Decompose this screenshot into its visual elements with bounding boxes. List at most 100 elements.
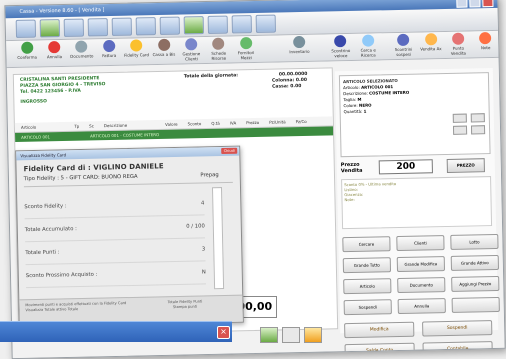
quick-receipt-button[interactable]: Scontrino veloce: [328, 34, 354, 59]
empty-button[interactable]: [451, 296, 500, 313]
document-icon: [75, 40, 88, 53]
inventory-button[interactable]: Inventario: [286, 35, 312, 55]
calendar-icon[interactable]: [135, 17, 157, 36]
article-panel: ARTICOLO SELEZIONATO Articolo: ARTICOLO …: [334, 67, 500, 359]
invoice-icon: [102, 39, 116, 53]
column-header[interactable]: Pz/Unità: [269, 117, 286, 126]
dialog-close-button[interactable]: Chiudi: [221, 147, 238, 155]
column-header[interactable]: Articolo: [21, 123, 36, 132]
customers-icon[interactable]: [15, 19, 37, 38]
customer-type: INGROSSO: [20, 99, 47, 105]
truck-icon: [239, 37, 253, 50]
documents-icon[interactable]: [39, 19, 61, 38]
cart-icon: [424, 33, 437, 46]
column-header[interactable]: Tp: [74, 122, 79, 131]
customers-button[interactable]: Clienti: [396, 235, 445, 252]
card-icon: [130, 39, 143, 52]
document-action-button[interactable]: Documento: [397, 277, 446, 294]
edit-icon[interactable]: [207, 15, 228, 34]
invoice-button[interactable]: Fattura: [96, 39, 122, 59]
maximize-icon[interactable]: [469, 0, 481, 8]
window-icon[interactable]: [255, 14, 276, 33]
column-header[interactable]: Prezzo: [246, 118, 259, 127]
prepaid-note: Prepag: [200, 172, 219, 179]
confirm-button[interactable]: Conferma: [14, 40, 40, 60]
search-button[interactable]: Cerca e Ricerca: [355, 33, 381, 58]
footer-right: Totale Fidelity Punti Stampa punti: [168, 299, 203, 310]
colors-icon[interactable]: [87, 18, 109, 37]
price-input[interactable]: 200: [378, 159, 433, 175]
column-header[interactable]: IVA: [230, 118, 237, 127]
list-item: Sconto Prossimo Acquisto :N: [25, 261, 207, 289]
accounting-button[interactable]: Contabile: [422, 341, 493, 358]
inventory-icon: [293, 35, 306, 49]
article-button[interactable]: Articolo: [343, 278, 392, 295]
grande-tutto-button[interactable]: Grande Tutto: [342, 257, 392, 274]
articles-icon[interactable]: [63, 18, 85, 37]
scrollbar[interactable]: [211, 187, 225, 290]
action-buttons: Cercare Clienti Lotto Grande Tutto Grand…: [342, 233, 500, 316]
sospendi-button[interactable]: Sospendi: [422, 320, 493, 337]
fidelity-card-dialog: Visualizza Fidelity Card Chiudi Fidelity…: [15, 145, 244, 328]
folder-icon: [212, 37, 225, 50]
close-icon[interactable]: [482, 0, 494, 8]
article-info: Sconto 0% - Ultima vendita Listino: Giac…: [341, 176, 493, 230]
print-points-button[interactable]: Stampa punti: [168, 304, 203, 310]
settle-account-button[interactable]: Salda Conto: [344, 342, 415, 359]
column-header[interactable]: Sc: [89, 121, 94, 130]
suspended-button[interactable]: Scontrini sospesi: [391, 33, 417, 58]
manage-customers-button[interactable]: Gestione Clienti: [178, 37, 204, 62]
sale-ax-button[interactable]: Vendita Ax: [418, 32, 444, 52]
row-description: ARTICOLO 001 - COSTUME INTERO: [89, 131, 160, 139]
column-header[interactable]: Q.tà: [211, 119, 220, 128]
people-icon: [185, 38, 198, 51]
row-article: ARTICOLO 001: [21, 134, 51, 140]
void-button[interactable]: Annulla: [397, 298, 446, 315]
lot-button[interactable]: Lotto: [450, 233, 499, 250]
column-header[interactable]: Sconto: [187, 119, 202, 128]
suspend-button[interactable]: Sospendi: [343, 299, 392, 316]
pause-icon: [397, 33, 410, 46]
store-icon: [451, 32, 465, 45]
grande-modifica-button[interactable]: Grande Modifica: [396, 256, 446, 273]
add-price-button[interactable]: Aggiungi Prezzo: [451, 275, 500, 292]
modify-button[interactable]: Modifica: [344, 321, 415, 339]
fidelity-type: Tipo Fidelity : 5 - GIFT CARD: BUONO REG…: [23, 173, 138, 183]
minus-ten-button[interactable]: [470, 125, 486, 135]
arrow-icon[interactable]: [183, 16, 204, 35]
window-controls: [456, 0, 494, 8]
plus-button[interactable]: [452, 113, 467, 123]
grid-icon[interactable]: [231, 15, 252, 34]
column-header[interactable]: Descrizione: [104, 121, 127, 130]
close-icon[interactable]: ×: [217, 326, 230, 339]
day-totals: Totale della giornata: 00.00.0000 Colonn…: [184, 71, 308, 93]
fidelity-card-button[interactable]: Fidelity Card: [124, 38, 150, 58]
fidelity-values: Sconto Fidelity :4 Totale Accumulato :0 …: [24, 192, 207, 289]
column-header[interactable]: Valore: [165, 120, 178, 129]
search-article-button[interactable]: Cercare: [342, 236, 391, 253]
price-row: Prezzo Vendita 200 PREZZO: [341, 158, 491, 175]
total-value: 00.00.0000: [278, 71, 308, 78]
price-button[interactable]: PREZZO: [446, 158, 485, 173]
column-header[interactable]: Pz/Co: [296, 117, 307, 126]
check-icon: [20, 41, 34, 54]
printer-icon: [334, 35, 347, 48]
taskbar: ×: [0, 321, 232, 342]
document-button[interactable]: Documento: [69, 39, 95, 59]
plus-ten-button[interactable]: [452, 125, 468, 135]
resources-button[interactable]: Schede Risorse: [206, 36, 232, 61]
minimize-icon[interactable]: [456, 0, 468, 8]
stock-icon[interactable]: [111, 17, 133, 36]
minus-button[interactable]: [470, 113, 485, 123]
suppliers-button[interactable]: Fornitori Mezzi: [233, 36, 259, 61]
cassa-bis-button[interactable]: Cassa a Bis: [151, 38, 177, 58]
grande-attivo-button[interactable]: Grande Attivo: [450, 254, 499, 271]
cancel-icon: [48, 41, 61, 54]
note-icon: [479, 32, 492, 45]
dialog-title: Visualizza Fidelity Card: [20, 152, 67, 159]
store-button[interactable]: Punto Vendita: [445, 31, 471, 56]
cancel-button[interactable]: Annulla: [41, 40, 67, 60]
notes-button[interactable]: Note: [473, 31, 499, 51]
search-icon: [361, 34, 375, 47]
box-icon[interactable]: [159, 16, 181, 35]
